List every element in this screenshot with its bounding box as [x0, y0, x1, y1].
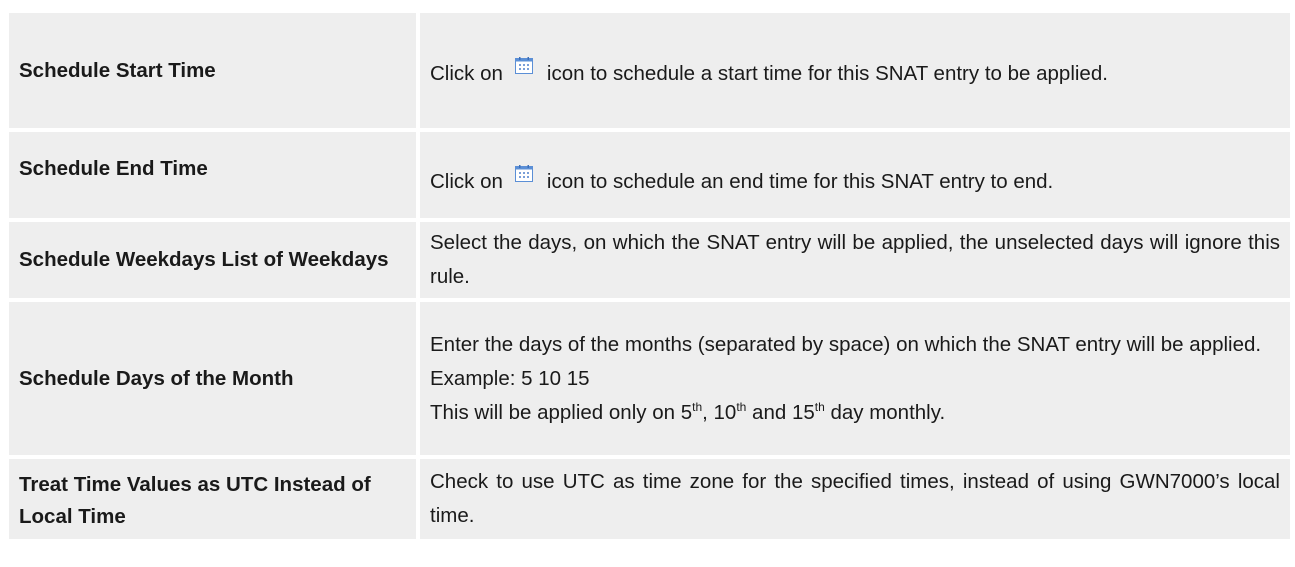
parameter-name: Schedule Days of the Month	[9, 302, 416, 455]
parameter-name: Schedule End Time	[9, 132, 416, 218]
table-row: Schedule End Time Click on icon to sched…	[9, 132, 1290, 218]
ordinal-suffix: th	[692, 399, 703, 414]
parameter-name: Schedule Weekdays List of Weekdays	[9, 222, 416, 298]
description-text: and 15	[746, 400, 815, 424]
parameter-description: Select the days, on which the SNAT entry…	[420, 222, 1290, 298]
description-text: day monthly.	[824, 400, 946, 424]
description-text: Click on	[430, 170, 503, 193]
description-text: Click on	[430, 61, 503, 85]
calendar-icon	[514, 153, 533, 182]
parameter-name: Schedule Start Time	[9, 13, 416, 128]
description-text: This will be applied only on 5	[430, 400, 693, 424]
ordinal-suffix: th	[814, 399, 825, 414]
description-text: icon to schedule an end time for this SN…	[546, 170, 1054, 193]
table-row: Schedule Start Time Click on icon to sch…	[9, 13, 1290, 128]
table-row: Schedule Days of the Month Enter the day…	[9, 302, 1290, 455]
parameter-description: Check to use UTC as time zone for the sp…	[420, 459, 1290, 539]
ordinal-suffix: th	[736, 399, 747, 414]
table-row: Treat Time Values as UTC Instead of Loca…	[9, 459, 1290, 539]
description-text: , 10	[702, 400, 737, 424]
example-line: Example: 5 10 15	[430, 366, 590, 390]
description-text: icon to schedule a start time for this S…	[546, 61, 1108, 85]
parameter-description: Enter the days of the months (separated …	[420, 302, 1290, 455]
table-row: Schedule Weekdays List of Weekdays Selec…	[9, 222, 1290, 298]
document-page: { "rows": [ { "name": "Schedule Start Ti…	[0, 0, 1295, 567]
parameter-name: Treat Time Values as UTC Instead of Loca…	[9, 459, 416, 539]
parameter-description: Click on icon to schedule an end time fo…	[420, 132, 1290, 218]
calendar-icon	[514, 45, 533, 74]
description-line: Enter the days of the months (separated …	[430, 332, 1262, 356]
parameters-table: Schedule Start Time Click on icon to sch…	[5, 9, 1294, 543]
parameter-description: Click on icon to schedule a start time f…	[420, 13, 1290, 128]
description-line: This will be applied only on 5th, 10th a…	[430, 396, 1280, 430]
